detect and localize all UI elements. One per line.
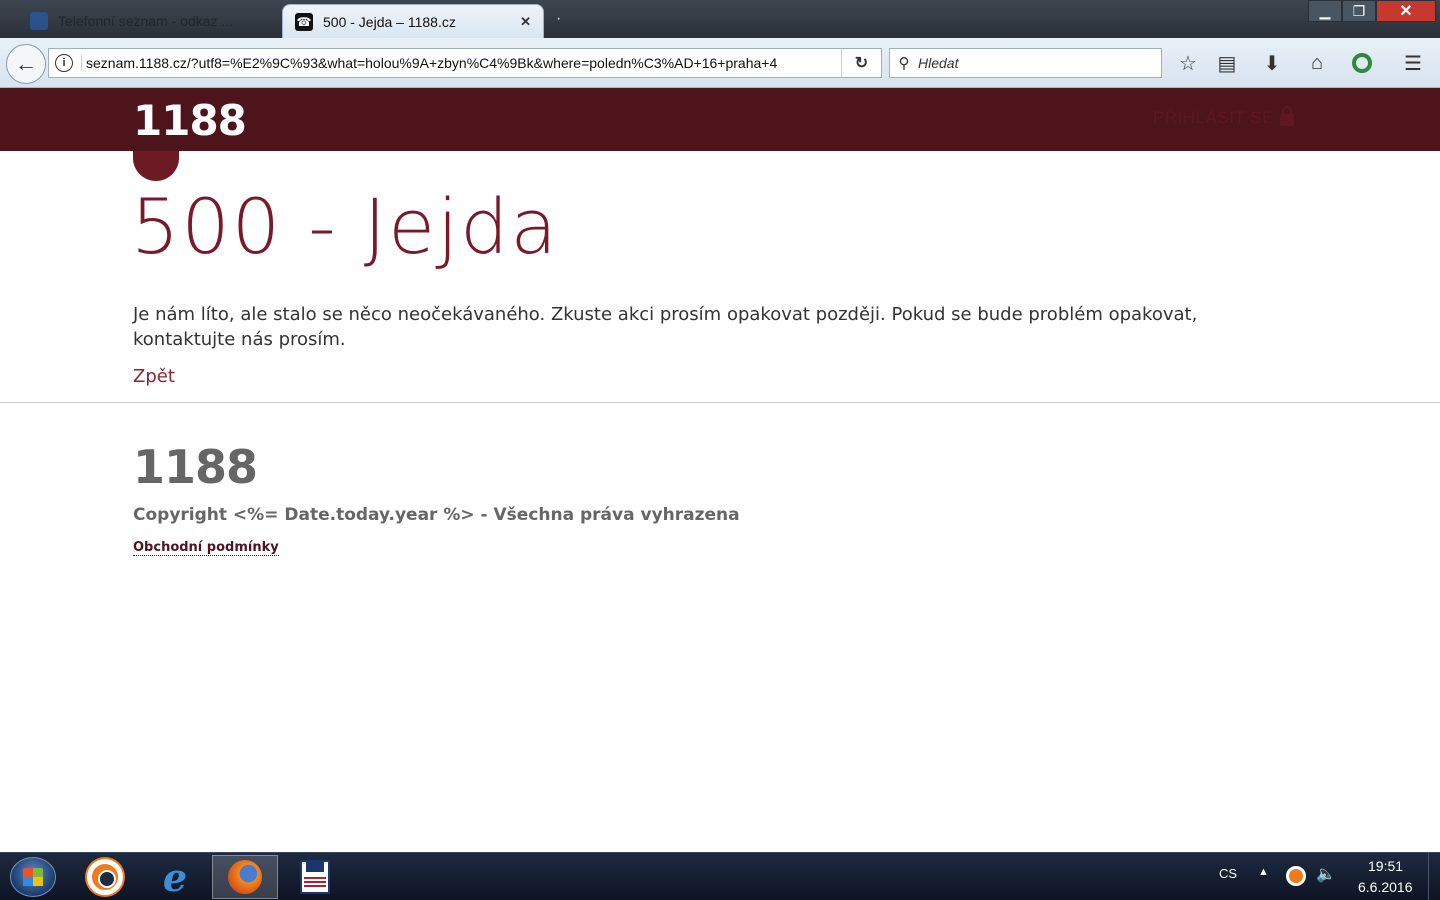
browser-titlebar: Telefonní seznam - odkaz ... ☎ 500 - Jej… [0,0,1440,38]
login-label: PŘIHLÁSIT SE [1153,108,1274,127]
footer-logo: 1188 [133,440,258,494]
search-bar[interactable]: ⚲ [889,48,1162,78]
copyright-text: Copyright <%= Date.today.year %> - Všech… [133,505,740,525]
firefox-icon [228,860,262,894]
info-icon[interactable]: i [55,54,73,72]
addon-icon[interactable] [1347,50,1377,76]
login-link[interactable]: PŘIHLÁSIT SE [1153,106,1294,128]
close-tab-icon[interactable]: ✕ [520,14,531,30]
shield-icon [30,12,48,30]
start-button[interactable] [10,857,56,897]
lifebuoy-icon [87,859,123,895]
address-bar[interactable]: i seznam.1188.cz/?utf8=%E2%9C%93&what=ho… [48,48,882,78]
logo-text: 1188 [133,96,247,145]
url-text[interactable]: seznam.1188.cz/?utf8=%E2%9C%93&what=holo… [81,55,841,71]
taskbar-app-firefox[interactable] [212,855,278,899]
divider [0,402,1440,403]
back-button[interactable]: ← [6,44,46,84]
tab-title: Telefonní seznam - odkaz ... [58,13,234,29]
download-icon[interactable]: ⬇ [1257,50,1287,76]
internet-explorer-icon: e [162,854,188,900]
back-link[interactable]: Zpět [133,366,175,387]
clock-date[interactable]: 6.6.2016 [1358,879,1413,895]
phone-icon: ☎ [295,12,313,31]
antivirus-tray-icon[interactable] [1286,866,1306,886]
home-icon[interactable]: ⌂ [1302,50,1332,76]
lock-icon [1280,106,1294,126]
taskbar-app-internet-explorer[interactable]: e [142,854,208,900]
volume-icon[interactable]: 🔈 [1316,864,1336,884]
error-message: Je nám líto, ale stalo se něco neočekáva… [133,304,1198,350]
terms-link[interactable]: Obchodní podmínky [133,540,279,556]
page-title: 500 - Jejda [131,182,559,271]
new-tab-icon[interactable]: · [556,10,561,28]
search-input[interactable] [918,55,1148,71]
logo-bubble-shape [133,151,179,181]
windows-logo-icon [23,868,43,886]
tab-telefonni-seznam[interactable]: Telefonní seznam - odkaz ... [18,4,280,38]
floppy-disk-icon [300,860,330,894]
clock-time[interactable]: 19:51 [1368,858,1403,874]
show-desktop-button[interactable] [1428,852,1440,900]
search-icon: ⚲ [898,55,910,72]
maximize-button[interactable]: ❐ [1342,0,1376,22]
menu-icon[interactable]: ☰ [1398,50,1428,76]
language-indicator[interactable]: CS [1219,866,1237,881]
taskbar-app-lifebuoy[interactable] [72,855,138,899]
reload-icon[interactable]: ↻ [841,49,881,77]
minimize-button[interactable]: ▁ [1308,0,1342,22]
window-close-button[interactable]: ✕ [1376,0,1436,22]
bookmarks-library-icon[interactable]: ▤ [1212,50,1242,76]
tab-500-jejda[interactable]: ☎ 500 - Jejda – 1188.cz ✕ [282,4,544,38]
window-controls: ▁ ❐ ✕ [1308,0,1436,22]
bookmark-star-icon[interactable]: ☆ [1173,50,1203,76]
taskbar-app-floppy[interactable] [282,855,348,899]
browser-toolbar: ← i seznam.1188.cz/?utf8=%E2%9C%93&what=… [0,38,1440,88]
tray-expand-icon[interactable]: ▲ [1258,866,1269,878]
tab-title: 500 - Jejda – 1188.cz [323,13,456,30]
site-logo[interactable]: 1188 [133,96,247,186]
